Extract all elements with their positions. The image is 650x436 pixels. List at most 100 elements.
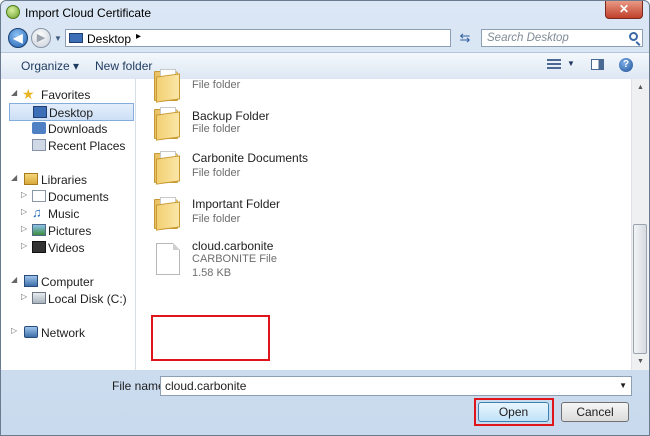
nav-label: Pictures	[48, 224, 92, 238]
expand-icon[interactable]: ▷	[21, 224, 27, 233]
nav-label: Computer	[41, 275, 94, 289]
app-icon	[6, 5, 20, 19]
import-dialog: Import Cloud Certificate ✕ ◀ ▶ ▼ Desktop…	[0, 0, 650, 436]
list-item-selected-file[interactable]: cloud.carbonite CARBONITE File 1.58 KB	[150, 237, 350, 285]
file-type: File folder	[192, 213, 241, 225]
refresh-icon[interactable]: ⇆	[456, 29, 474, 47]
nav-desktop[interactable]: Desktop	[9, 103, 134, 121]
nav-music[interactable]: ▷ ♫ Music	[21, 206, 131, 222]
list-item[interactable]: Carbonite Documents File folder	[150, 145, 350, 189]
nav-recent-places[interactable]: Recent Places	[11, 138, 131, 154]
nav-label: Desktop	[49, 106, 94, 120]
scroll-down-icon[interactable]: ▼	[632, 353, 649, 370]
expand-icon[interactable]: ▷	[11, 326, 17, 335]
nav-videos[interactable]: ▷ Videos	[21, 240, 131, 256]
pictures-icon	[32, 224, 46, 236]
expand-icon[interactable]: ▷	[21, 292, 27, 301]
expand-icon[interactable]: ▷	[21, 190, 27, 199]
network-icon	[24, 326, 38, 338]
music-icon: ♫	[32, 205, 42, 220]
file-name-dropdown-icon[interactable]: ▼	[619, 381, 627, 390]
address-bar: ◀ ▶ ▼ Desktop ▸ ⇆ Search Desktop	[1, 25, 649, 51]
file-type: CARBONITE File	[192, 253, 277, 265]
views-icon[interactable]	[547, 59, 561, 71]
scroll-thumb[interactable]	[633, 224, 647, 354]
file-name-field[interactable]: cloud.carbonite ▼	[160, 376, 632, 396]
nav-label: Music	[48, 207, 80, 221]
nav-computer[interactable]: ◢ Computer	[11, 274, 131, 290]
preview-pane-icon[interactable]	[591, 59, 604, 70]
cancel-button[interactable]: Cancel	[561, 402, 629, 422]
list-item[interactable]: Backup Folder File folder	[150, 101, 350, 145]
computer-icon	[24, 275, 38, 287]
expand-icon[interactable]: ▷	[21, 241, 27, 250]
nav-label: Downloads	[48, 122, 108, 136]
nav-label: Documents	[48, 190, 109, 204]
file-size: 1.58 KB	[192, 267, 232, 279]
close-button[interactable]: ✕	[605, 1, 643, 19]
folder-icon	[154, 149, 182, 185]
dialog-footer: File name: cloud.carbonite ▼ Open Cancel	[1, 370, 649, 435]
nav-local-disk[interactable]: ▷ Local Disk (C:)	[21, 291, 131, 307]
file-icon	[156, 243, 180, 275]
new-folder-button[interactable]: New folder	[95, 59, 152, 73]
desktop-icon	[69, 33, 83, 43]
nav-network[interactable]: ▷ Network	[11, 325, 131, 341]
disk-icon	[32, 292, 46, 304]
views-dropdown-icon[interactable]: ▼	[567, 59, 575, 68]
folder-icon	[154, 195, 182, 231]
file-name: cloud.carbonite	[192, 239, 274, 253]
desktop-icon	[33, 106, 47, 118]
file-name-value[interactable]: cloud.carbonite	[165, 379, 246, 393]
nav-downloads[interactable]: Downloads	[11, 121, 131, 137]
nav-label: Local Disk (C:)	[48, 292, 127, 306]
file-type: File folder	[192, 79, 241, 91]
title-bar: Import Cloud Certificate ✕	[1, 1, 649, 25]
file-name: Backup Folder	[192, 109, 270, 123]
collapse-icon[interactable]: ◢	[11, 275, 17, 284]
search-input[interactable]: Search Desktop	[481, 29, 643, 47]
videos-icon	[32, 241, 46, 253]
recent-places-icon	[32, 139, 46, 151]
history-dropdown-icon[interactable]: ▼	[54, 34, 62, 43]
organize-button[interactable]: Organize ▾	[21, 59, 79, 73]
nav-label: Videos	[48, 241, 85, 255]
search-placeholder: Search Desktop	[487, 32, 569, 44]
content-area: ◢ ★ Favorites Desktop Downloads Recent P…	[1, 69, 649, 370]
file-name: Carbonite Documents	[192, 151, 309, 165]
list-item[interactable]: Important Folder File folder	[150, 191, 350, 235]
collapse-icon[interactable]: ◢	[11, 173, 17, 182]
collapse-icon[interactable]: ◢	[11, 88, 17, 97]
nav-favorites[interactable]: ◢ ★ Favorites	[11, 87, 131, 103]
breadcrumb-chevron-icon[interactable]: ▸	[136, 31, 141, 42]
help-icon[interactable]: ?	[619, 58, 633, 72]
address-field[interactable]: Desktop ▸	[65, 29, 451, 47]
file-name: Important Folder	[192, 197, 281, 211]
folder-icon	[154, 105, 182, 141]
window-title: Import Cloud Certificate	[25, 6, 152, 20]
documents-icon	[32, 190, 46, 202]
file-type: File folder	[192, 167, 241, 179]
navigation-pane: ◢ ★ Favorites Desktop Downloads Recent P…	[1, 79, 136, 370]
star-icon: ★	[22, 86, 35, 102]
vertical-scrollbar[interactable]: ▲ ▼	[631, 79, 649, 370]
nav-label: Libraries	[41, 173, 88, 187]
libraries-icon	[24, 173, 38, 185]
folder-icon	[154, 67, 182, 103]
nav-libraries[interactable]: ◢ Libraries	[11, 172, 131, 188]
open-highlight-box	[474, 398, 554, 426]
downloads-icon	[32, 122, 46, 134]
search-icon[interactable]	[629, 32, 638, 41]
nav-label: Network	[41, 326, 86, 340]
back-button[interactable]: ◀	[8, 28, 28, 48]
forward-button[interactable]: ▶	[31, 28, 51, 48]
file-type: File folder	[192, 123, 241, 135]
nav-documents[interactable]: ▷ Documents	[21, 189, 131, 205]
address-location[interactable]: Desktop	[87, 32, 131, 46]
nav-label: Favorites	[41, 88, 91, 102]
expand-icon[interactable]: ▷	[21, 207, 27, 216]
scroll-up-icon[interactable]: ▲	[632, 79, 649, 96]
nav-label: Recent Places	[48, 139, 126, 153]
file-highlight-box	[151, 315, 270, 361]
nav-pictures[interactable]: ▷ Pictures	[21, 223, 131, 239]
